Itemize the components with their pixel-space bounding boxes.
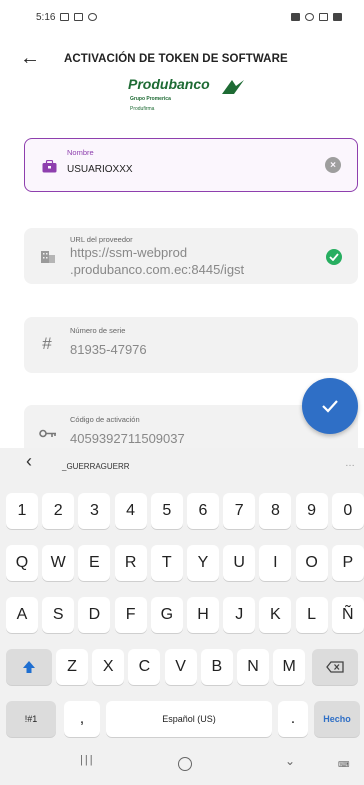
key-8[interactable]: 8 bbox=[259, 493, 292, 529]
done-key[interactable]: Hecho bbox=[314, 701, 360, 737]
serie-label: Número de serie bbox=[70, 326, 126, 335]
key-d[interactable]: D bbox=[78, 597, 111, 633]
status-bar: 5:16 bbox=[0, 0, 364, 34]
key-w[interactable]: W bbox=[42, 545, 75, 581]
key-7[interactable]: 7 bbox=[223, 493, 256, 529]
key-y[interactable]: Y bbox=[187, 545, 219, 581]
comma-key[interactable]: , bbox=[64, 701, 100, 737]
backspace-key[interactable] bbox=[312, 649, 358, 685]
key-b[interactable]: B bbox=[200, 649, 233, 685]
shift-key[interactable] bbox=[6, 649, 52, 685]
key-r[interactable]: R bbox=[114, 545, 147, 581]
soft-keyboard: ‹ _GUERRAGUERR … 1234567890 QWERTYUIOP ASD… bbox=[0, 448, 364, 785]
key-c[interactable]: C bbox=[128, 649, 161, 685]
key-n[interactable]: N bbox=[237, 649, 269, 685]
app-bar: ← ACTIVACIÓN DE TOKEN DE SOFTWARE bbox=[0, 44, 364, 74]
numero-serie-field: # Número de serie 81935-47976 bbox=[24, 317, 358, 373]
key-2[interactable]: 2 bbox=[42, 493, 75, 529]
key-t[interactable]: T bbox=[150, 545, 183, 581]
key-5[interactable]: 5 bbox=[150, 493, 183, 529]
key-4[interactable]: 4 bbox=[114, 493, 147, 529]
gallery-notification-icon bbox=[60, 13, 70, 21]
key-0[interactable]: 0 bbox=[331, 493, 364, 529]
lock-status-icon bbox=[291, 13, 300, 21]
key-l[interactable]: L bbox=[295, 597, 328, 633]
confirm-fab-button[interactable] bbox=[302, 378, 358, 434]
app-notification-icon bbox=[74, 13, 84, 21]
key-6[interactable]: 6 bbox=[187, 493, 219, 529]
shift-arrow-icon bbox=[23, 661, 35, 673]
key-h[interactable]: H bbox=[187, 597, 219, 633]
key-i[interactable]: I bbox=[259, 545, 292, 581]
key-p[interactable]: P bbox=[331, 545, 364, 581]
arrow-left-icon[interactable]: ← bbox=[20, 47, 40, 70]
url-value-line1: https://ssm-webprod bbox=[70, 245, 188, 260]
nombre-label: Nombre bbox=[67, 148, 94, 157]
back-chevron-icon[interactable]: ⌄ bbox=[285, 754, 295, 768]
key-a[interactable]: A bbox=[6, 597, 38, 633]
key-f[interactable]: F bbox=[114, 597, 147, 633]
key-q[interactable]: Q bbox=[6, 545, 38, 581]
space-key[interactable]: Español (US) bbox=[106, 701, 272, 737]
activacion-value: 4059392711509037 bbox=[70, 431, 185, 446]
battery-icon bbox=[333, 13, 342, 21]
status-bar-right bbox=[291, 13, 342, 21]
more-options-icon[interactable]: … bbox=[345, 458, 356, 469]
page-title: ACTIVACIÓN DE TOKEN DE SOFTWARE bbox=[64, 53, 288, 65]
check-circle-icon bbox=[326, 249, 342, 265]
key-g[interactable]: G bbox=[150, 597, 183, 633]
logo-line1: Grupo Promerica bbox=[130, 96, 171, 102]
key-k[interactable]: K bbox=[259, 597, 292, 633]
key-o[interactable]: O bbox=[295, 545, 328, 581]
key-s[interactable]: S bbox=[42, 597, 75, 633]
sync-notification-icon bbox=[88, 13, 98, 21]
check-icon bbox=[322, 400, 338, 413]
hash-icon: # bbox=[42, 334, 52, 353]
key-9[interactable]: 9 bbox=[295, 493, 328, 529]
symbols-key[interactable]: !#1 bbox=[6, 701, 56, 737]
key-icon bbox=[38, 427, 58, 439]
key-j[interactable]: J bbox=[223, 597, 256, 633]
status-time: 5:16 bbox=[36, 11, 56, 23]
key-z[interactable]: Z bbox=[56, 649, 88, 685]
key-3[interactable]: 3 bbox=[78, 493, 111, 529]
nombre-input[interactable]: USUARIOXXX bbox=[67, 164, 133, 175]
wifi-icon bbox=[305, 13, 314, 21]
status-bar-left: 5:16 bbox=[36, 11, 98, 23]
serie-value: 81935-47976 bbox=[70, 342, 147, 357]
key-ñ[interactable]: Ñ bbox=[331, 597, 364, 633]
system-navigation-bar: ||| ⌄ ⌨ bbox=[0, 742, 364, 785]
url-value-line2: .produbanco.com.ec:8445/igst bbox=[70, 262, 245, 277]
period-key[interactable]: . bbox=[278, 701, 308, 737]
recent-apps-icon[interactable]: ||| bbox=[80, 754, 95, 766]
signal-icon bbox=[319, 13, 328, 21]
logo-brand: Produbanco bbox=[128, 76, 210, 92]
key-e[interactable]: E bbox=[78, 545, 111, 581]
key-v[interactable]: V bbox=[164, 649, 197, 685]
collapse-chevron-icon[interactable]: ‹ bbox=[26, 451, 32, 472]
nombre-field[interactable]: Nombre USUARIOXXX × bbox=[24, 138, 358, 192]
produbanco-logo: Produbanco Grupo Promerica Produfirma bbox=[128, 74, 248, 126]
clear-icon[interactable]: × bbox=[325, 157, 341, 173]
backspace-icon bbox=[326, 661, 344, 673]
briefcase-icon bbox=[41, 158, 57, 174]
activacion-label: Código de activación bbox=[70, 415, 140, 424]
key-m[interactable]: M bbox=[273, 649, 306, 685]
keyboard-suggestion[interactable]: _GUERRAGUERR bbox=[62, 462, 130, 471]
url-proveedor-field: URL del proveedor https://ssm-webprod .p… bbox=[24, 228, 358, 284]
logo-mark-icon bbox=[222, 80, 244, 94]
building-icon bbox=[40, 248, 56, 264]
logo-line2: Produfirma bbox=[130, 106, 155, 112]
keyboard-switch-icon[interactable]: ⌨ bbox=[338, 760, 350, 769]
home-icon[interactable] bbox=[178, 757, 192, 771]
url-label: URL del proveedor bbox=[70, 235, 133, 244]
key-x[interactable]: X bbox=[92, 649, 125, 685]
keyboard-suggestion-bar: ‹ _GUERRAGUERR … bbox=[0, 448, 364, 484]
key-u[interactable]: U bbox=[223, 545, 256, 581]
key-1[interactable]: 1 bbox=[6, 493, 38, 529]
